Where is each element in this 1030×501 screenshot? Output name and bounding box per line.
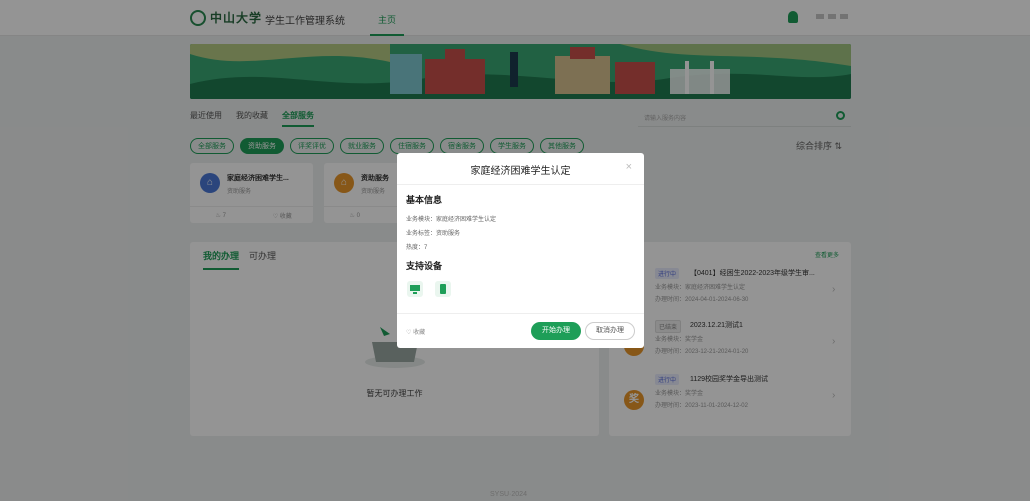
modal-header: 家庭经济困难学生认定 × bbox=[397, 153, 644, 185]
module-line: 业务模块：家庭经济困难学生认定 bbox=[406, 217, 497, 223]
modal-footer: ♡ 收藏 开始办理 取消办理 bbox=[397, 313, 644, 348]
tag-line: 业务标签：资助服务 bbox=[406, 231, 461, 237]
mobile-icon bbox=[435, 281, 451, 297]
service-detail-modal: 家庭经济困难学生认定 × 基本信息 业务模块：家庭经济困难学生认定 业务标签：资… bbox=[397, 153, 644, 348]
close-icon[interactable]: × bbox=[626, 161, 632, 173]
basic-info-heading: 基本信息 bbox=[406, 195, 443, 205]
start-button[interactable]: 开始办理 bbox=[531, 322, 581, 340]
devices-heading: 支持设备 bbox=[406, 261, 443, 271]
modal-title: 家庭经济困难学生认定 bbox=[470, 166, 571, 177]
desktop-icon bbox=[407, 281, 423, 297]
favorite-toggle[interactable]: ♡ 收藏 bbox=[406, 327, 425, 336]
cancel-button[interactable]: 取消办理 bbox=[585, 322, 635, 340]
heart-icon: ♡ bbox=[406, 330, 412, 336]
favorite-label: 收藏 bbox=[413, 330, 426, 336]
heat-line: 热度：7 bbox=[406, 245, 428, 251]
